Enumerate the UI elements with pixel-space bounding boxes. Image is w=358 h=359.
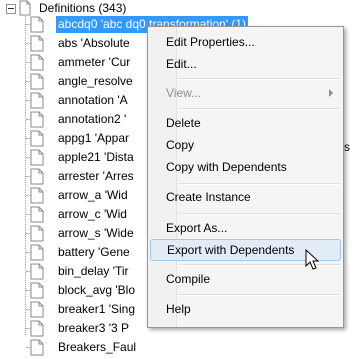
- tree-item-label: apple21 'Dista: [58, 150, 134, 164]
- submenu-arrow-icon: [329, 89, 333, 97]
- definition-document-icon: [30, 187, 44, 204]
- tree-item-label: breaker3 '3 P: [58, 321, 129, 335]
- definition-document-icon: [30, 73, 44, 90]
- menu-item-copy[interactable]: Copy: [150, 134, 341, 156]
- menu-item-create-instance[interactable]: Create Instance: [150, 186, 341, 208]
- tree-item[interactable]: Breakers_Faul: [0, 337, 358, 359]
- tree-item-label: battery 'Gene: [58, 245, 130, 259]
- definition-document-icon: [30, 263, 44, 280]
- definition-document-icon: [30, 301, 44, 318]
- tree-item-label: breaker1 'Sing: [58, 302, 136, 316]
- menu-separator: [178, 213, 340, 215]
- definition-document-icon: [30, 339, 44, 356]
- definition-document-icon: [30, 54, 44, 71]
- definition-document-icon: [30, 168, 44, 185]
- menu-item-delete[interactable]: Delete: [150, 112, 341, 134]
- tree-item-label: ammeter 'Cur: [58, 55, 131, 69]
- definition-document-icon: [30, 92, 44, 109]
- definition-document-icon: [30, 16, 44, 33]
- tree-item-label: annotation2 ': [58, 112, 127, 126]
- definition-document-icon: [30, 111, 44, 128]
- tree-item-label: arrow_c 'Wid: [58, 207, 127, 221]
- menu-item-view[interactable]: View...: [150, 82, 341, 104]
- menu-item-copy-with-dependents[interactable]: Copy with Dependents: [150, 156, 341, 178]
- tree-item-label: arrow_s 'Wide: [58, 226, 134, 240]
- definition-document-icon: [30, 320, 44, 337]
- definition-document-icon: [30, 149, 44, 166]
- definition-document-icon: [30, 282, 44, 299]
- tree-item-label: block_avg 'Blo: [58, 283, 136, 297]
- definition-document-icon: [30, 206, 44, 223]
- context-menu: Edit Properties... Edit... View... Delet…: [147, 26, 344, 328]
- menu-item-edit[interactable]: Edit...: [150, 53, 341, 75]
- menu-separator: [178, 294, 340, 296]
- collapse-toggle[interactable]: [6, 4, 16, 14]
- definition-document-icon: [30, 244, 44, 261]
- definition-document-icon: [30, 35, 44, 52]
- menu-item-compile[interactable]: Compile: [150, 268, 341, 290]
- definition-document-icon: [30, 225, 44, 242]
- menu-item-help[interactable]: Help: [150, 298, 341, 320]
- tree-item-label: arrow_a 'Wid: [58, 188, 128, 202]
- tree-item-label: annotation 'A: [58, 93, 128, 107]
- tree-item-label: Breakers_Faul: [58, 340, 137, 354]
- menu-separator: [178, 108, 340, 110]
- definition-document-icon: [30, 130, 44, 147]
- menu-item-export-as[interactable]: Export As...: [150, 217, 341, 239]
- tree-item-label: abs 'Absolute: [58, 36, 130, 50]
- tree-item-label: arrester 'Arres: [58, 169, 134, 183]
- tree-item-label: appg1 'Appar: [58, 131, 130, 145]
- menu-item-edit-properties[interactable]: Edit Properties...: [150, 31, 341, 53]
- tree-item-label: bin_delay 'Tir: [58, 264, 129, 278]
- tree-item-label: angle_resolve: [58, 74, 133, 88]
- menu-separator: [178, 183, 340, 185]
- menu-separator: [178, 78, 340, 80]
- mouse-pointer-icon: [305, 249, 320, 270]
